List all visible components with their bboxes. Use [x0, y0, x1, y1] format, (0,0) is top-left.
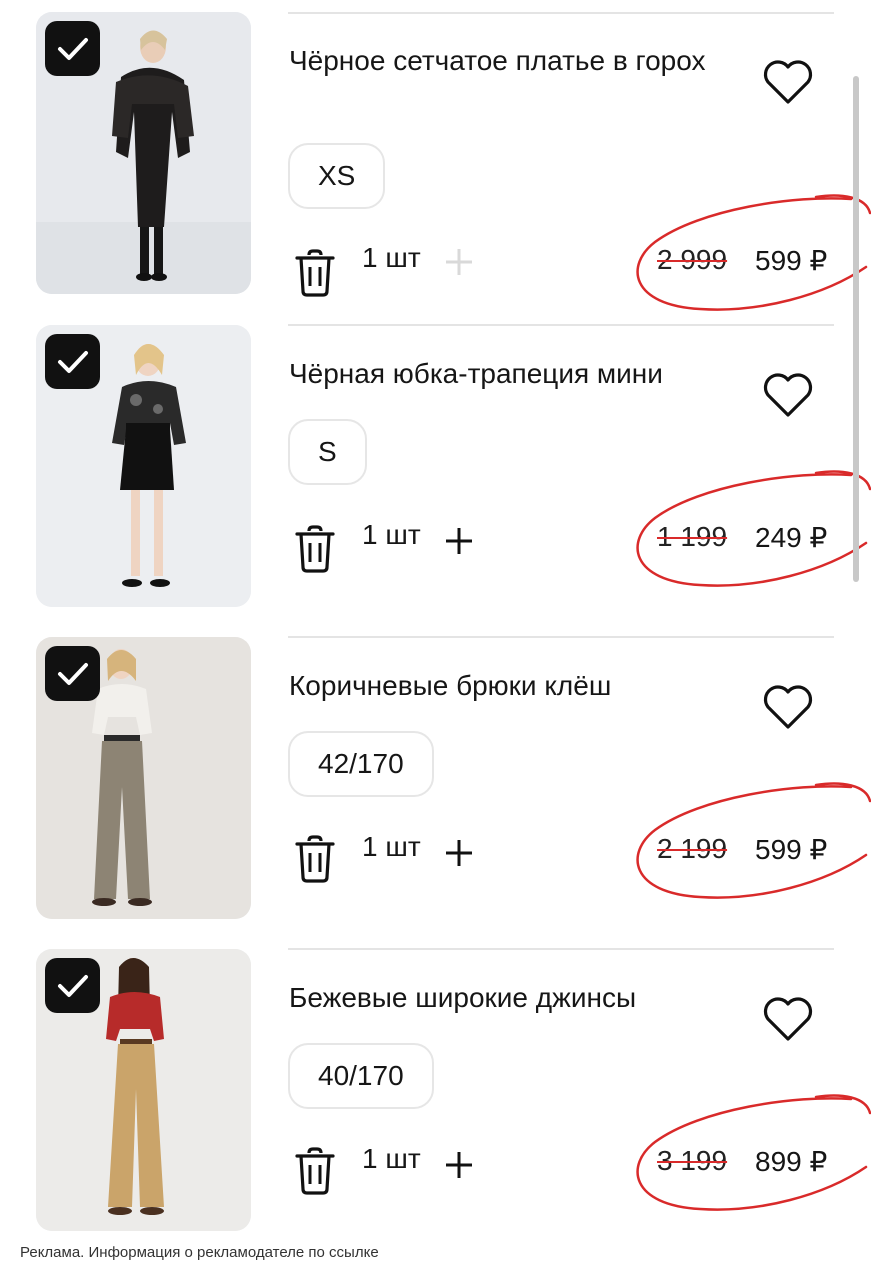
delete-button[interactable] — [294, 1147, 336, 1195]
select-checkbox[interactable] — [45, 646, 100, 701]
trash-icon — [295, 835, 335, 883]
delete-button[interactable] — [294, 525, 336, 573]
cart-item: Чёрная юбка-трапеция мини S 1 шт 1 199 2 — [0, 325, 871, 637]
heart-outline-icon — [763, 997, 813, 1041]
favorite-button[interactable] — [760, 682, 816, 732]
quantity-value: 1 шт — [362, 831, 421, 862]
product-title[interactable]: Чёрное сетчатое платье в горох — [289, 42, 709, 79]
select-checkbox[interactable] — [45, 21, 100, 76]
increase-quantity-button[interactable] — [443, 525, 475, 557]
trash-icon — [295, 249, 335, 297]
select-checkbox[interactable] — [45, 334, 100, 389]
product-title[interactable]: Бежевые широкие джинсы — [289, 979, 709, 1016]
size-chip[interactable]: 40/170 — [288, 1043, 434, 1109]
plus-icon — [446, 1152, 472, 1178]
heart-outline-icon — [763, 60, 813, 104]
check-icon — [57, 662, 88, 685]
delete-button[interactable] — [294, 249, 336, 297]
heart-outline-icon — [763, 373, 813, 417]
cart-item: Чёрное сетчатое платье в горох XS 1 шт 2… — [0, 12, 871, 324]
quantity-value: 1 шт — [362, 1143, 421, 1174]
cart-item: Коричневые брюки клёш 42/170 1 шт 2 199 — [0, 637, 871, 949]
product-title[interactable]: Чёрная юбка-трапеция мини — [289, 355, 709, 392]
size-chip[interactable]: S — [288, 419, 367, 485]
old-price: 2 199 — [657, 833, 728, 864]
current-price: 899 ₽ — [755, 1146, 828, 1177]
old-price: 2 999 — [657, 244, 728, 275]
select-checkbox[interactable] — [45, 958, 100, 1013]
current-price: 599 ₽ — [755, 834, 828, 865]
favorite-button[interactable] — [760, 57, 816, 107]
scrollbar[interactable] — [853, 76, 859, 582]
favorite-button[interactable] — [760, 994, 816, 1044]
plus-icon — [446, 249, 472, 275]
cart-page: Чёрное сетчатое платье в горох XS 1 шт 2… — [0, 0, 871, 1280]
plus-icon — [446, 840, 472, 866]
check-icon — [57, 37, 88, 60]
delete-button[interactable] — [294, 835, 336, 883]
trash-icon — [295, 1147, 335, 1195]
quantity-value: 1 шт — [362, 242, 421, 273]
increase-quantity-button[interactable] — [443, 837, 475, 869]
current-price: 599 ₽ — [755, 245, 828, 276]
increase-quantity-button[interactable] — [443, 246, 475, 278]
size-chip[interactable]: XS — [288, 143, 386, 209]
plus-icon — [446, 528, 472, 554]
favorite-button[interactable] — [760, 370, 816, 420]
old-price: 1 199 — [657, 521, 728, 552]
old-price: 3 199 — [657, 1145, 728, 1176]
ad-disclaimer[interactable]: Реклама. Информация о рекламодателе по с… — [20, 1244, 379, 1261]
cart-item: Бежевые широкие джинсы 40/170 1 шт 3 199 — [0, 949, 871, 1261]
increase-quantity-button[interactable] — [443, 1149, 475, 1181]
check-icon — [57, 974, 88, 997]
heart-outline-icon — [763, 685, 813, 729]
check-icon — [57, 350, 88, 373]
product-title[interactable]: Коричневые брюки клёш — [289, 667, 709, 704]
size-chip[interactable]: 42/170 — [288, 731, 434, 797]
quantity-value: 1 шт — [362, 519, 421, 550]
trash-icon — [295, 525, 335, 573]
current-price: 249 ₽ — [755, 522, 828, 553]
